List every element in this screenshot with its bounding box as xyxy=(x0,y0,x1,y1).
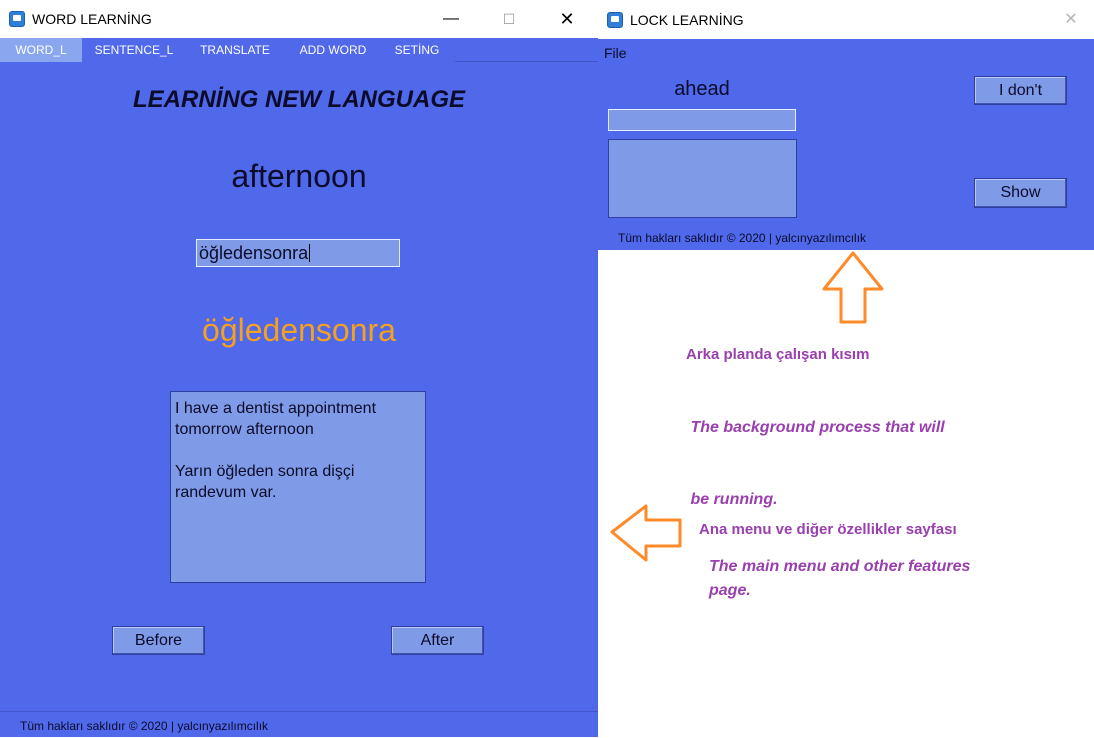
translation-text: öğledensonra xyxy=(202,312,396,348)
annotation-line: The main menu and other features xyxy=(709,558,971,575)
current-word: afternoon xyxy=(231,158,367,194)
file-menu[interactable]: File xyxy=(604,45,627,61)
answer-input-value: öğledensonra xyxy=(199,243,309,263)
before-button[interactable]: Before xyxy=(112,626,205,655)
annotation-main-en: The main menu and other features page. xyxy=(709,555,970,603)
tab-add-word[interactable]: ADD WORD xyxy=(290,38,376,62)
example-line: Yarın öğleden sonra dişçi xyxy=(175,463,355,480)
example-blank-line xyxy=(175,440,421,461)
annotation-background-tr: Arka planda çalışan kısım xyxy=(686,346,870,363)
minimize-button[interactable]: — xyxy=(428,0,474,38)
tab-setting[interactable]: SETİNG xyxy=(386,38,448,62)
close-button[interactable]: ✕ xyxy=(544,0,590,38)
maximize-button[interactable]: ☐ xyxy=(486,0,532,38)
word-learning-window: WORD LEARNİNG — ☐ ✕ WORD_L SENTENCE_L TR… xyxy=(0,0,598,737)
example-line: I have a dentist appointment xyxy=(175,400,377,417)
app-icon xyxy=(9,11,25,27)
title-bar: LOCK LEARNİNG ✕ xyxy=(598,0,1094,39)
annotation-background-en: The background process that will be runn… xyxy=(686,368,945,536)
lock-word: ahead xyxy=(674,78,730,100)
left-arrow-icon xyxy=(610,504,682,562)
answer-input[interactable]: öğledensonra xyxy=(196,239,400,267)
title-bar: WORD LEARNİNG — ☐ ✕ xyxy=(0,0,598,38)
tab-sentence-l[interactable]: SENTENCE_L xyxy=(88,38,180,62)
tab-divider xyxy=(455,61,598,62)
annotation-main-tr: Ana menu ve diğer özellikler sayfası xyxy=(699,521,957,538)
status-bar: Tüm hakları saklıdır © 2020 | yalcınyazı… xyxy=(0,711,598,738)
page-heading: LEARNİNG NEW LANGUAGE xyxy=(133,86,465,113)
example-line: randevum var. xyxy=(175,484,277,501)
tab-translate[interactable]: TRANSLATE xyxy=(190,38,280,62)
lock-answer-input[interactable] xyxy=(608,109,796,131)
window-title: WORD LEARNİNG xyxy=(32,11,152,27)
annotation-line: The background process that will xyxy=(686,419,945,436)
annotation-line: be running. xyxy=(686,491,778,508)
app-icon xyxy=(607,12,623,28)
lock-result-box[interactable] xyxy=(608,139,797,218)
up-arrow-icon xyxy=(822,251,884,324)
text-caret xyxy=(309,244,311,262)
show-button[interactable]: Show xyxy=(974,178,1067,208)
after-button[interactable]: After xyxy=(391,626,484,655)
lock-learning-window: LOCK LEARNİNG ✕ File ahead I don't Show … xyxy=(598,0,1094,250)
tab-word-l[interactable]: WORD_L xyxy=(0,38,82,62)
example-line: tomorrow afternoon xyxy=(175,421,314,438)
example-sentence-box[interactable]: I have a dentist appointment tomorrow af… xyxy=(170,391,426,583)
i-dont-button[interactable]: I don't xyxy=(974,76,1067,105)
close-button[interactable]: ✕ xyxy=(1048,0,1094,38)
copyright-text: Tüm hakları saklıdır © 2020 | yalcınyazı… xyxy=(618,231,867,245)
window-title: LOCK LEARNİNG xyxy=(630,12,744,28)
annotation-line: page. xyxy=(709,582,751,599)
copyright-text: Tüm hakları saklıdır © 2020 | yalcınyazı… xyxy=(20,719,269,733)
